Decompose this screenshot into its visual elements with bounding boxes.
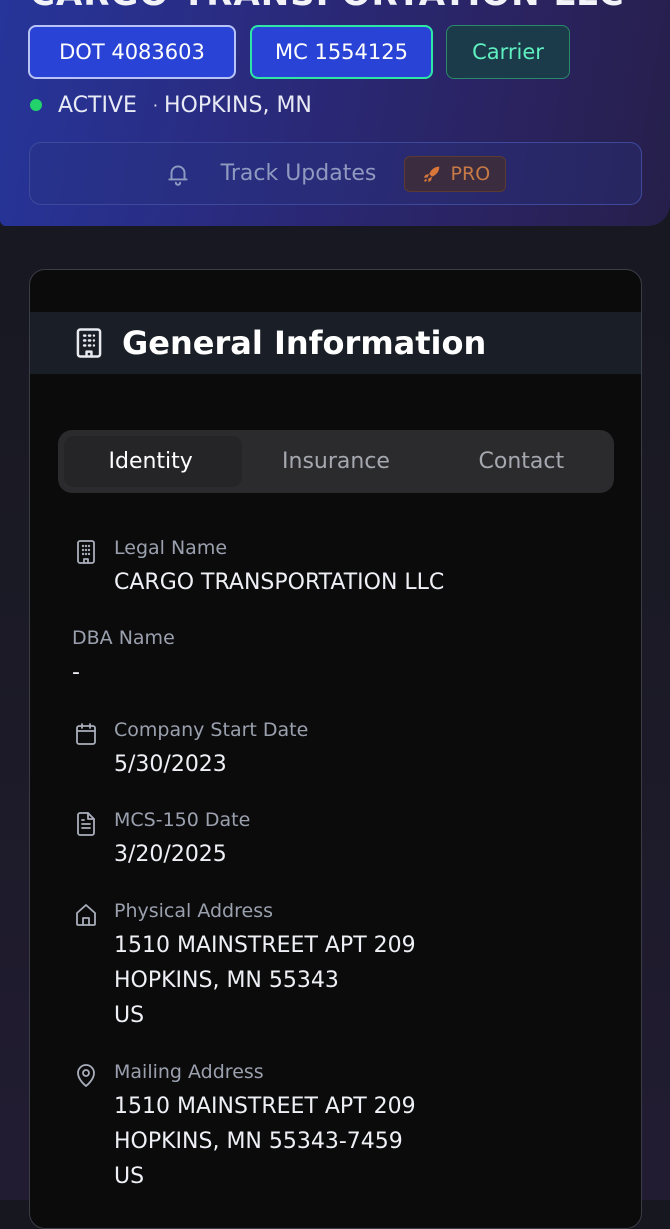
company-start-date-value: 5/30/2023 [114,752,227,777]
physical-address-value: 1510 MAINSTREET APT 209 HOPKINS, MN 5534… [114,928,416,1033]
building-icon [77,540,95,564]
calendar-icon [76,723,96,745]
rocket-icon [423,166,439,182]
active-status-dot-icon [30,99,42,111]
mcs150-date-value: 3/20/2025 [114,842,227,867]
pro-badge-label: PRO [450,162,491,185]
dba-name-value: - [72,660,80,685]
track-updates-button[interactable]: Track Updates PRO [29,142,642,205]
card-header: General Information [30,312,641,374]
company-name-title: CARGO TRANSPORTATION LLC [30,0,625,14]
dot-number-chip[interactable]: DOT 4083603 [28,25,236,79]
track-updates-label: Track Updates [220,161,377,186]
mailing-address-value: 1510 MAINSTREET APT 209 HOPKINS, MN 5534… [114,1089,416,1194]
carrier-header: CARGO TRANSPORTATION LLC DOT 4083603 MC … [0,0,670,226]
status-row: ACTIVE · HOPKINS, MN [30,90,312,120]
building-icon [76,328,102,358]
general-information-card: General Information Identity Insurance C… [29,269,642,1229]
card-title: General Information [122,324,487,362]
mc-number-chip[interactable]: MC 1554125 [250,25,433,79]
status-text: ACTIVE [58,92,137,118]
physical-address-label: Physical Address [114,900,273,922]
physical-address-line1: 1510 MAINSTREET APT 209 [114,933,416,958]
mailing-address-line1: 1510 MAINSTREET APT 209 [114,1094,416,1119]
dba-name-label: DBA Name [72,627,175,649]
mailing-address-line3: US [114,1164,145,1189]
location-text: HOPKINS, MN [164,92,312,118]
home-icon [76,904,96,926]
pro-badge: PRO [404,155,507,192]
map-pin-icon [77,1064,95,1087]
legal-name-value: CARGO TRANSPORTATION LLC [114,570,445,595]
company-start-date-label: Company Start Date [114,719,309,741]
mcs150-date-label: MCS-150 Date [114,809,251,831]
physical-address-line3: US [114,1003,145,1028]
tab-contact[interactable]: Contact [429,430,614,493]
document-icon [77,812,95,836]
mailing-address-label: Mailing Address [114,1061,264,1083]
bell-icon [167,164,188,186]
separator-dot: · [152,95,158,115]
entity-type-chip[interactable]: Carrier [446,25,570,79]
tab-insurance[interactable]: Insurance [243,430,428,493]
physical-address-line2: HOPKINS, MN 55343 [114,968,339,993]
legal-name-label: Legal Name [114,537,228,559]
mailing-address-line2: HOPKINS, MN 55343-7459 [114,1129,403,1154]
tab-bar: Identity Insurance Contact [58,430,614,493]
